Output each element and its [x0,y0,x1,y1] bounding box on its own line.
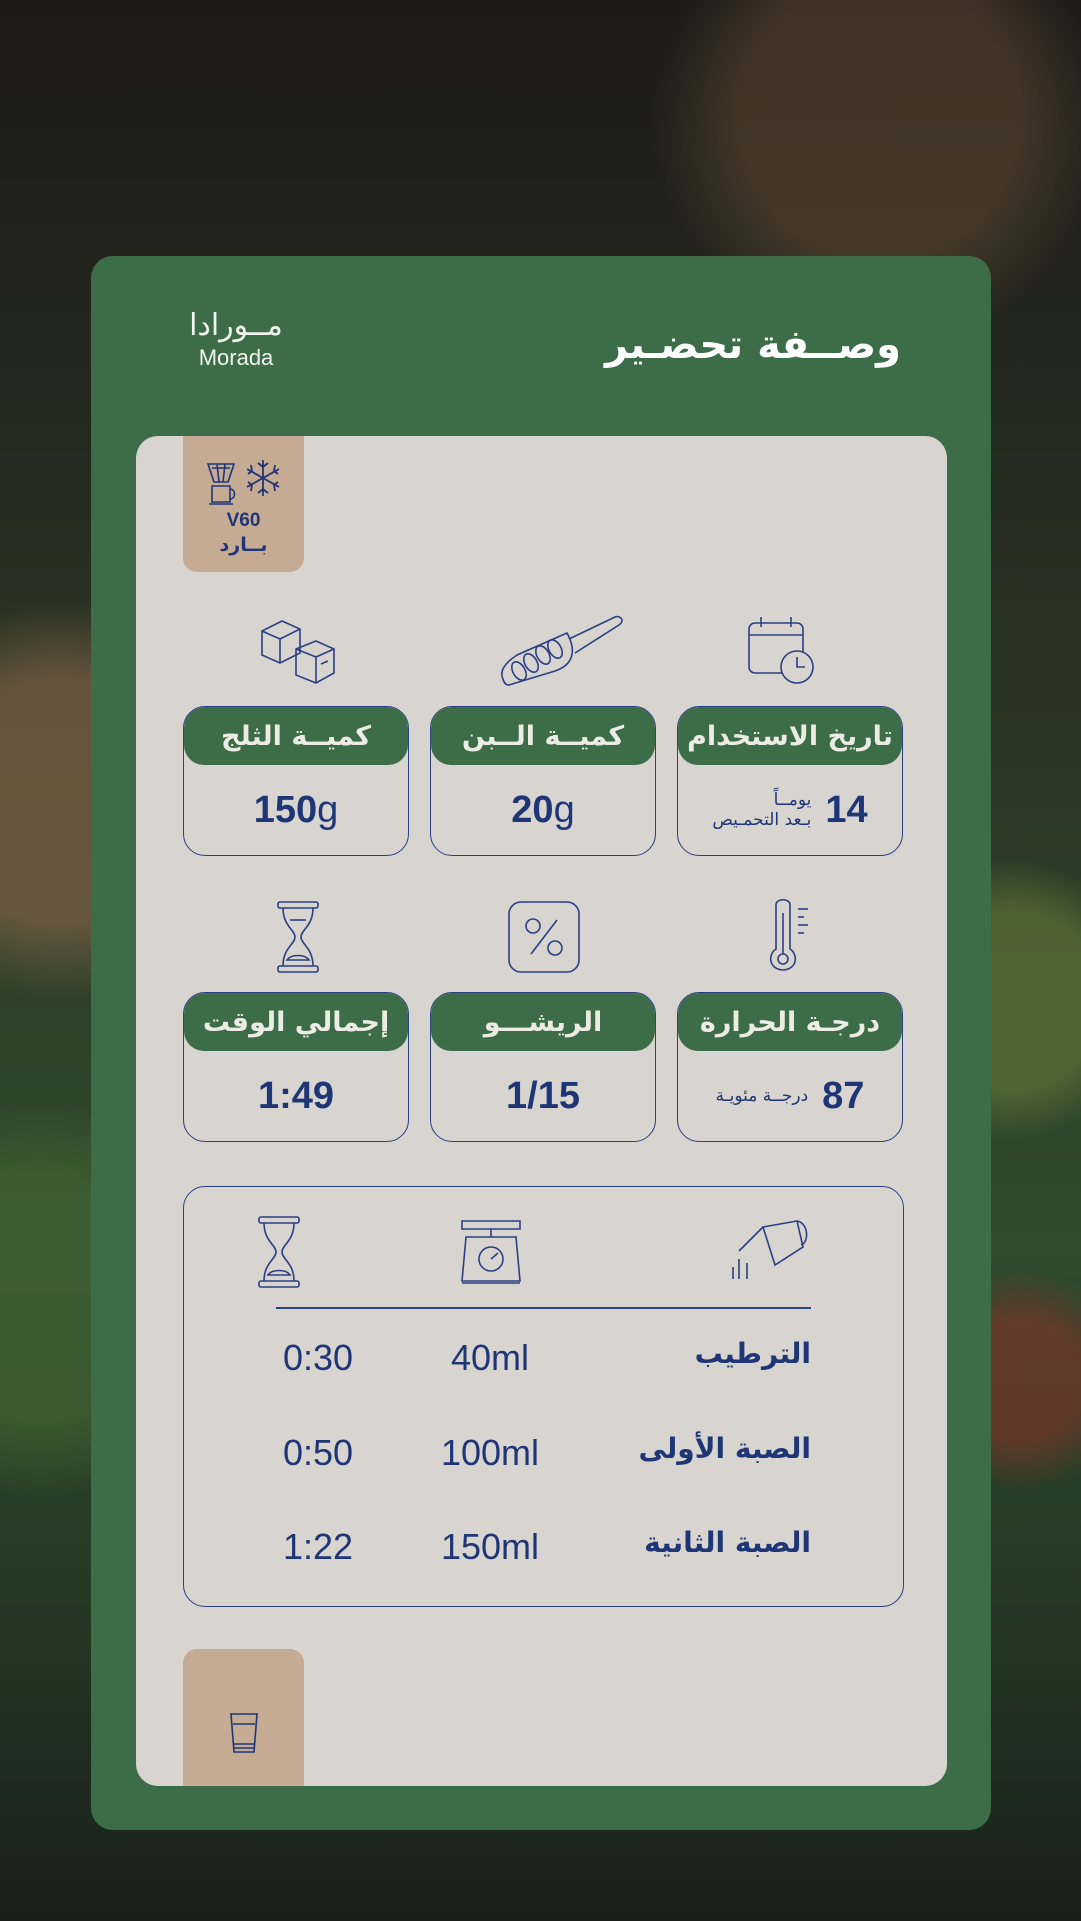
hourglass-icon [253,892,343,982]
ice-amount-label: كميــة الثلج [184,707,408,765]
calendar-clock-icon [736,606,826,696]
coffee-amount-label: كميــة الــبن [431,707,655,765]
pour-schedule: الترطيب 40ml 0:30 الصبة الأولى 100ml 0:5… [183,1186,904,1607]
recipe-card: مــورادا Morada وصــفة تحضـير V60 بــارد [91,256,991,1830]
scale-icon [446,1207,536,1297]
coffee-amount-value: 20 [511,788,554,831]
brand-name-english: Morada [198,345,274,370]
temperature-value: 87 [822,1074,865,1117]
pour-row: الترطيب 40ml 0:30 [184,1337,903,1387]
total-time-label: إجمالي الوقت [184,993,408,1051]
usage-date-note-1: يومــاً [773,789,812,810]
method-style: بــارد [219,534,268,556]
ratio-card: الريشـــو 1/15 [430,992,656,1142]
cup-icon [229,1712,258,1753]
usage-date-note-2: بـعد التحمـيص [712,810,812,830]
pour-step-time: 0:50 [282,1432,354,1473]
pour-step-time: 1:22 [282,1526,354,1567]
ice-cubes-icon [253,606,343,696]
brand-logo: مــورادا Morada [181,308,291,371]
method-name: V60 [226,510,261,531]
ratio-value: 1/15 [506,1074,580,1117]
pour-step-volume: 40ml [450,1337,530,1378]
temperature-unit: درجــة مئويـة [715,1085,809,1106]
brand-name-arabic: مــورادا [189,308,283,343]
page-title: وصــفة تحضـير [605,322,901,368]
recipe-panel: V60 بــارد كميــة الثلج 150g كميــة الــ… [136,436,947,1786]
pour-step-time: 0:30 [282,1337,354,1378]
serving-tag [183,1649,304,1786]
pour-row: الصبة الثانية 150ml 1:22 [184,1526,903,1576]
thermometer-icon [746,892,836,982]
usage-date-label: تاريخ الاستخدام [678,707,902,765]
dripper-icon [206,463,235,505]
ratio-label: الريشـــو [431,993,655,1051]
temperature-card: درجـة الحرارة درجــة مئويـة 87 [677,992,903,1142]
total-time-card: إجمالي الوقت 1:49 [183,992,409,1142]
temperature-label: درجـة الحرارة [678,993,902,1051]
pour-step-label: الصبة الأولى [638,1432,811,1465]
usage-date-value: 14 [825,788,868,831]
pour-step-label: الصبة الثانية [644,1526,811,1559]
snowflake-icon [246,460,279,496]
ice-amount-card: كميــة الثلج 150g [183,706,409,856]
method-tag: V60 بــارد [183,436,304,572]
pour-row: الصبة الأولى 100ml 0:50 [184,1432,903,1482]
pour-step-label: الترطيب [694,1337,811,1370]
hourglass-icon [234,1207,324,1297]
percent-icon [499,892,589,982]
pour-step-volume: 100ml [440,1432,540,1473]
usage-date-card: تاريخ الاستخدام يومــاً بـعد التحمـيص 14 [677,706,903,856]
pour-divider [276,1307,811,1309]
ice-amount-value: 150 [253,788,318,831]
ice-amount-unit: g [317,788,339,831]
kettle-icon [724,1207,814,1297]
coffee-amount-unit: g [553,788,575,831]
total-time-value: 1:49 [257,1074,335,1117]
pour-step-volume: 150ml [440,1526,540,1567]
coffee-scoop-icon [492,606,632,696]
coffee-amount-card: كميــة الــبن 20g [430,706,656,856]
